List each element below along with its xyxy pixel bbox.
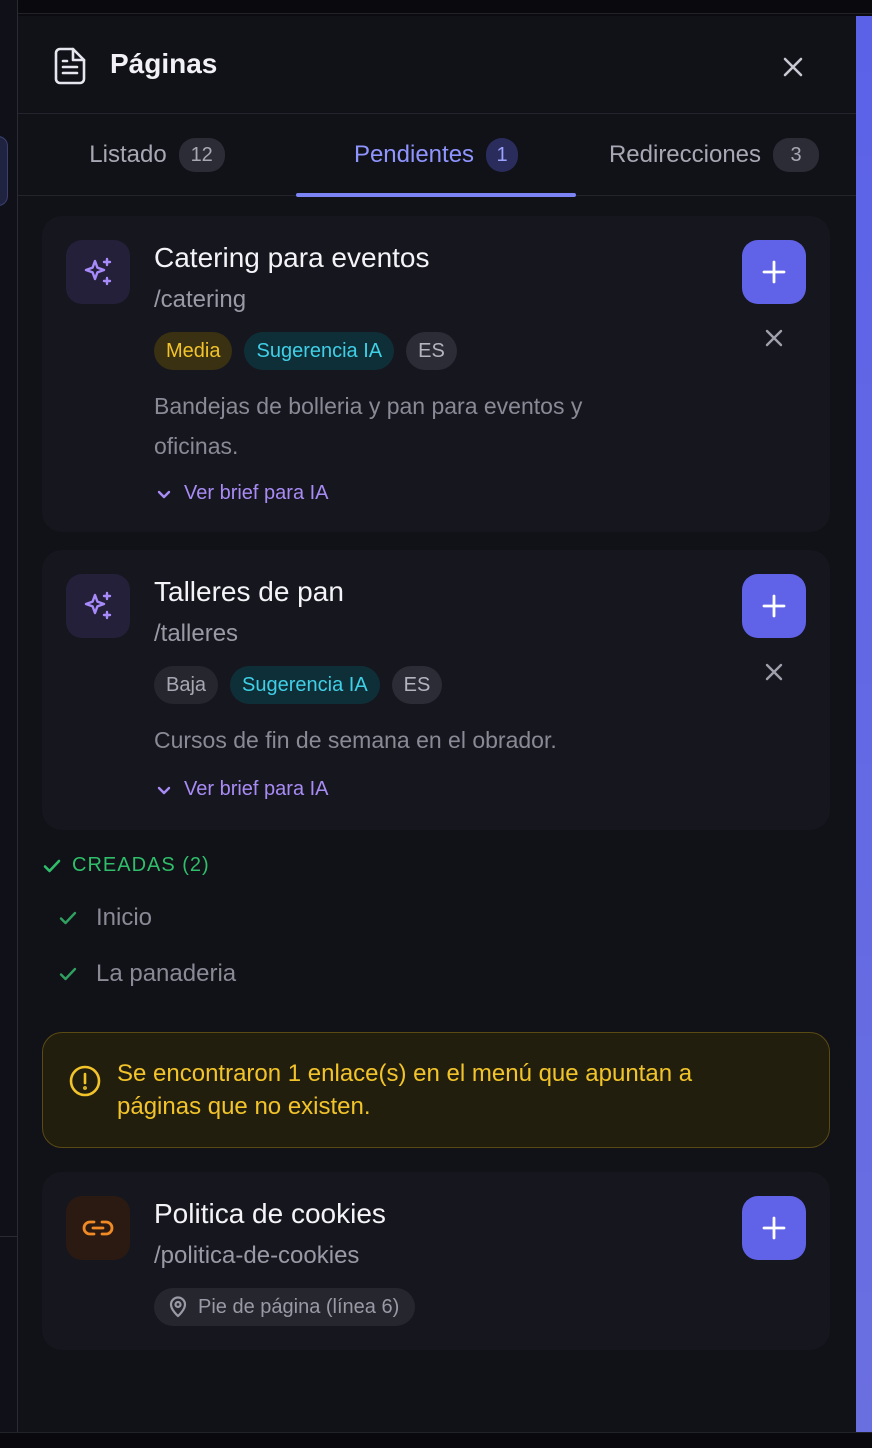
link-location-label: Pie de página (línea 6) xyxy=(198,1295,400,1318)
check-icon xyxy=(59,911,77,925)
check-icon xyxy=(59,967,77,981)
chevron-down-icon xyxy=(157,490,171,498)
close-icon xyxy=(765,663,783,681)
created-section-label: CREADAS (2) xyxy=(72,854,210,876)
bottom-strip xyxy=(0,1432,872,1448)
tab-label: Pendientes xyxy=(353,141,475,168)
chevron-down-icon xyxy=(157,786,171,794)
tab-label: Listado xyxy=(89,141,167,168)
tab-listado[interactable]: Listado 12 xyxy=(42,114,272,196)
background-active-item xyxy=(0,136,8,206)
created-page-item: Inicio xyxy=(58,904,152,932)
created-page-label: La panaderia xyxy=(96,960,237,987)
dismiss-button[interactable] xyxy=(756,320,792,356)
page-path: /talleres xyxy=(154,620,239,647)
top-strip xyxy=(0,0,872,14)
tab-count-badge: 3 xyxy=(773,138,820,172)
source-badge: Sugerencia IA xyxy=(230,666,380,704)
created-page-item: La panaderia xyxy=(58,960,236,988)
view-brief-label: Ver brief para IA xyxy=(184,482,329,504)
view-brief-label: Ver brief para IA xyxy=(184,778,329,800)
page-title: Talleres de pan xyxy=(154,576,344,607)
tab-label: Redirecciones xyxy=(608,141,762,168)
link-location-badge: Pie de página (línea 6) xyxy=(154,1288,416,1326)
document-icon xyxy=(54,47,86,85)
pages-panel: Páginas Listado 12 Pendientes 1 Redirecc… xyxy=(18,16,856,1432)
page-title: Politica de cookies xyxy=(154,1198,386,1229)
view-brief-toggle[interactable]: Ver brief para IA xyxy=(154,778,329,801)
link-icon xyxy=(82,1220,114,1236)
create-page-button[interactable] xyxy=(742,1196,806,1260)
badge-row: Media Sugerencia IA ES xyxy=(154,332,457,370)
sparkles-icon-box xyxy=(66,574,130,638)
badge-row: Baja Sugerencia IA ES xyxy=(154,666,443,704)
page-title: Catering para eventos xyxy=(154,242,430,273)
tab-pendientes[interactable]: Pendientes 1 xyxy=(296,114,576,197)
pending-page-card: Talleres de pan /talleres Baja Sugerenci… xyxy=(42,550,830,830)
language-badge: ES xyxy=(391,666,443,704)
background-divider xyxy=(0,1236,18,1237)
close-icon[interactable] xyxy=(778,52,808,82)
sparkles-icon xyxy=(84,257,112,286)
priority-badge: Media xyxy=(154,332,233,370)
create-page-button[interactable] xyxy=(742,240,806,304)
panel-title: Páginas xyxy=(110,48,218,79)
created-section-header: CREADAS (2) xyxy=(42,854,210,877)
priority-badge: Baja xyxy=(154,666,219,704)
map-pin-icon xyxy=(169,1296,187,1318)
pending-page-card: Catering para eventos /catering Media Su… xyxy=(42,216,830,532)
panel-header: Páginas xyxy=(18,16,856,114)
sparkles-icon-box xyxy=(66,240,130,304)
broken-links-warning: Se encontraron 1 enlace(s) en el menú qu… xyxy=(42,1032,830,1148)
alert-circle-icon xyxy=(69,1065,101,1097)
source-badge: Sugerencia IA xyxy=(244,332,395,370)
language-badge: ES xyxy=(406,332,457,370)
page-path: /catering xyxy=(154,286,247,313)
close-icon xyxy=(765,329,783,347)
view-brief-toggle[interactable]: Ver brief para IA xyxy=(154,482,329,505)
tab-count-badge: 12 xyxy=(178,138,225,172)
warning-text: Se encontraron 1 enlace(s) en el menú qu… xyxy=(117,1060,693,1120)
link-icon-box xyxy=(66,1196,130,1260)
background-accent-bar xyxy=(856,16,872,1432)
tab-redirecciones[interactable]: Redirecciones 3 xyxy=(602,114,826,196)
create-page-button[interactable] xyxy=(742,574,806,638)
check-icon xyxy=(43,859,61,872)
page-path: /politica-de-cookies xyxy=(154,1242,360,1269)
page-description: Cursos de fin de semana en el obrador. xyxy=(154,727,557,753)
dismiss-button[interactable] xyxy=(756,654,792,690)
created-page-label: Inicio xyxy=(96,904,153,931)
sparkles-icon xyxy=(84,591,112,620)
tab-bar: Listado 12 Pendientes 1 Redirecciones 3 xyxy=(18,114,856,197)
broken-link-card: Politica de cookies /politica-de-cookies… xyxy=(42,1172,830,1350)
background-page xyxy=(0,0,18,1448)
page-description: Bandejas de bolleria y pan para eventos … xyxy=(154,393,583,459)
tab-count-badge: 1 xyxy=(486,138,519,172)
plus-icon xyxy=(762,260,786,284)
plus-icon xyxy=(762,594,786,618)
plus-icon xyxy=(762,1216,786,1240)
